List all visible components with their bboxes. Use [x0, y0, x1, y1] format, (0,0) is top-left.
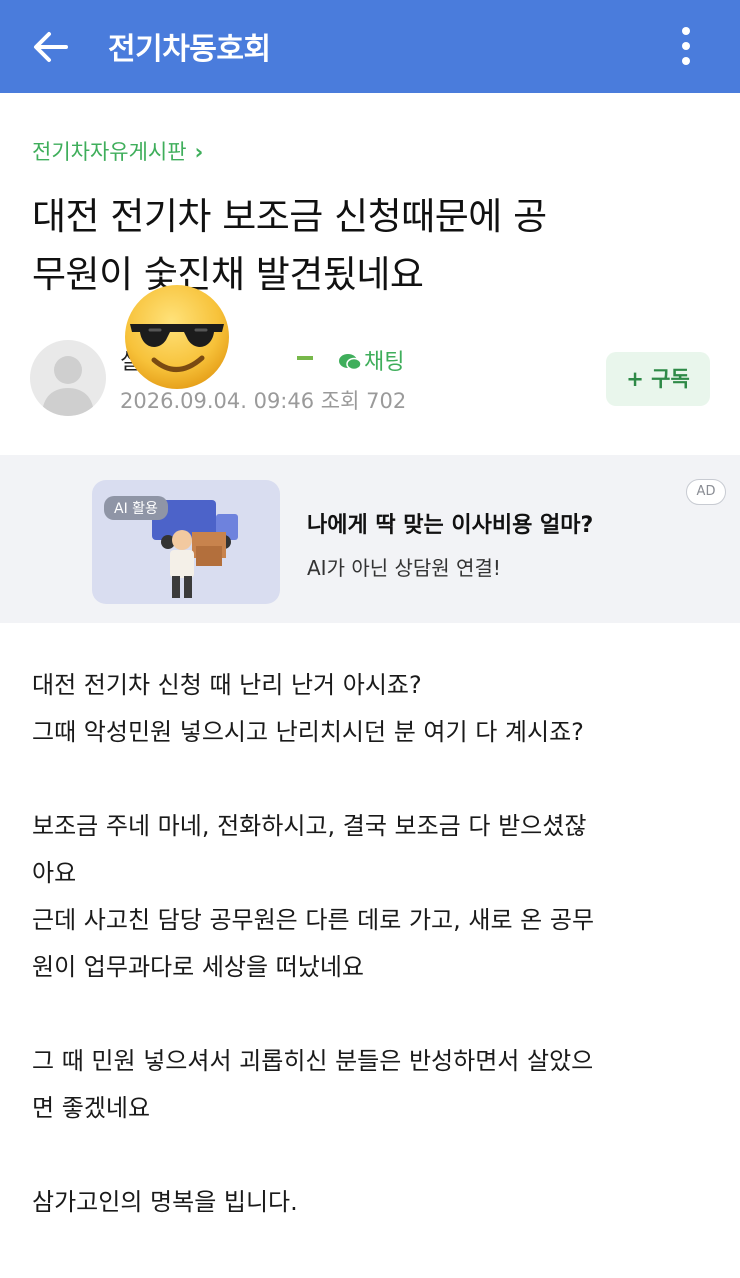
back-button[interactable]	[28, 24, 74, 70]
board-name: 전기차자유게시판	[32, 140, 187, 164]
ad-headline[interactable]: 나에게 딱 맞는 이사비용 얼마?	[307, 507, 593, 539]
ad-pill-label: AI 활용	[104, 496, 168, 520]
view-count: 조회 702	[320, 389, 407, 413]
body-line: 대전 전기차 신청 때 난리 난거 아시죠?	[32, 671, 422, 699]
body-line: 면 좋겠네요	[32, 1094, 151, 1122]
member-grade-badge	[297, 356, 313, 360]
post-date: 2026.09.04. 09:46	[120, 389, 315, 413]
ad-subtext: AI가 아닌 상담원 연결!	[307, 556, 501, 580]
body-blank-line	[32, 1132, 712, 1179]
body-blank-line	[32, 991, 712, 1038]
chat-button[interactable]: 채팅	[338, 344, 404, 376]
ad-banner: AI 활용 나에게 딱 맞는 이사비용 얼마? AI가 아닌 상담원 연결! A…	[0, 455, 740, 623]
author-avatar[interactable]	[30, 340, 106, 416]
body-line: 보조금 주네 마네, 전화하시고, 결국 보조금 다 받으셨잖	[32, 812, 587, 840]
arrow-left-icon	[34, 32, 68, 62]
sunglasses-emoji-icon	[125, 285, 229, 389]
body-line: 근데 사고친 담당 공무원은 다른 데로 가고, 새로 온 공무	[32, 906, 595, 934]
body-line: 그 때 민원 넣으셔서 괴롭히신 분들은 반성하면서 살았으	[32, 1047, 594, 1075]
body-blank-line	[32, 756, 712, 803]
subscribe-button[interactable]: + 구독	[606, 352, 710, 406]
body-line: 아요	[32, 859, 77, 887]
body-line: 삼가고인의 명복을 빕니다.	[32, 1188, 298, 1216]
cafe-title: 전기차동호회	[108, 32, 271, 67]
chat-label: 채팅	[364, 350, 405, 375]
body-line: 원이 업무과다로 세상을 떠났네요	[32, 953, 365, 981]
more-vertical-icon	[682, 27, 690, 65]
chevron-right-icon: ›	[194, 140, 204, 164]
board-breadcrumb[interactable]: 전기차자유게시판 ›	[32, 136, 203, 166]
chat-bubble-icon	[339, 354, 362, 371]
ad-badge[interactable]: AD	[686, 479, 726, 505]
top-app-bar: 전기차동호회	[0, 0, 740, 93]
post-title-line: 대전 전기차 보조금 신청때문에 공	[32, 195, 547, 238]
ad-thumbnail[interactable]: AI 활용	[92, 480, 280, 604]
default-profile-icon	[42, 356, 94, 416]
body-line: 그때 악성민원 넣으시고 난리치시던 분 여기 다 계시죠?	[32, 718, 584, 746]
more-menu-button[interactable]	[664, 20, 708, 72]
post-body: 대전 전기차 신청 때 난리 난거 아시죠? 그때 악성민원 넣으시고 난리치시…	[32, 662, 712, 1226]
